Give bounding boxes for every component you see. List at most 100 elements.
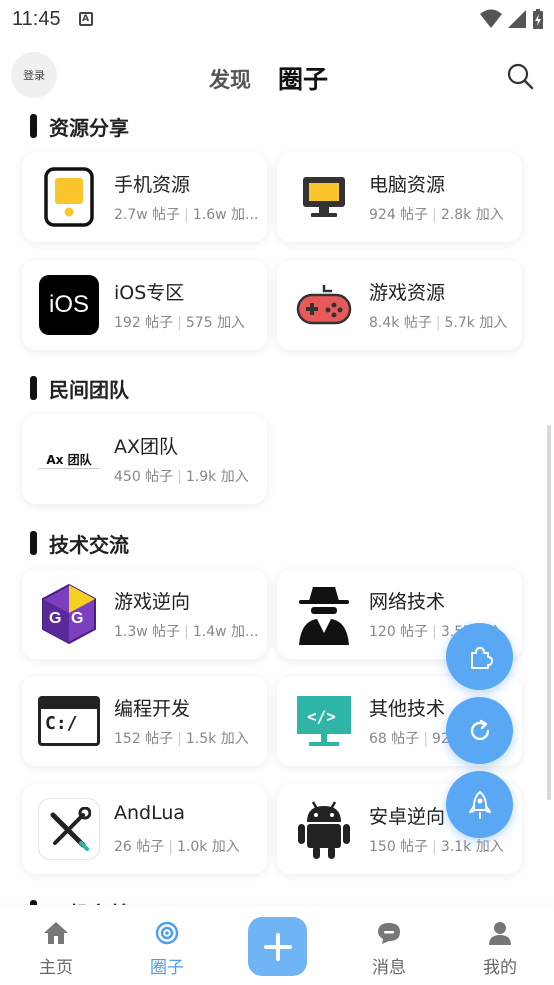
nav-label: 圈子 [150, 958, 184, 978]
user-icon [489, 922, 511, 945]
code-monitor-icon: </> [293, 690, 355, 752]
card-ios-zone[interactable]: iOS iOS专区 192 帖子 | 575 加入 [22, 260, 267, 350]
card-name: 游戏资源 [369, 282, 446, 304]
post-count: 26 帖子 [114, 839, 165, 855]
post-count: 68 帖子 [369, 731, 420, 747]
card-phone-resources[interactable]: 手机资源 2.7w 帖子 | 1.6w 加... [22, 152, 267, 242]
card-stats: 8.4k 帖子 | 5.7k 加入 [369, 315, 508, 331]
wifi-icon [480, 9, 502, 28]
post-count: 1.3w 帖子 [114, 624, 181, 640]
post-count: 192 帖子 [114, 315, 174, 331]
rocket-fab-button[interactable] [446, 771, 513, 838]
card-name: 电脑资源 [369, 174, 446, 196]
plugin-fab-button[interactable] [446, 623, 513, 690]
top-header: 登录 发现 圈子 [0, 50, 554, 106]
phone-icon [38, 166, 100, 228]
tab-discover[interactable]: 发现 [209, 64, 251, 94]
card-name: AX团队 [114, 436, 179, 458]
card-name: 安卓逆向 [369, 806, 446, 828]
card-programming[interactable]: C:/ 编程开发 152 帖子 | 1.5k 加入 [22, 676, 267, 766]
plus-icon [263, 932, 292, 961]
svg-text:G: G [71, 610, 83, 627]
card-pc-resources[interactable]: 电脑资源 924 帖子 | 2.8k 加入 [277, 152, 522, 242]
join-count: 1.4w 加... [192, 624, 259, 640]
battery-icon [533, 9, 543, 29]
terminal-text: C:/ [45, 713, 78, 734]
card-stats: 1.3w 帖子 | 1.4w 加... [114, 624, 259, 640]
terminal-icon: C:/ [38, 690, 100, 752]
search-icon[interactable] [506, 62, 534, 90]
notification-icon: A [78, 12, 93, 26]
status-bar: 11:45 A [0, 0, 554, 38]
nav-label: 消息 [372, 958, 406, 978]
card-name: 其他技术 [369, 698, 446, 720]
card-name: 网络技术 [369, 591, 446, 613]
message-icon [378, 923, 400, 944]
puzzle-icon [470, 646, 493, 669]
card-stats: 26 帖子 | 1.0k 加入 [114, 839, 240, 855]
post-count: 2.7w 帖子 [114, 207, 181, 223]
scrollbar[interactable] [547, 425, 551, 800]
section-bar [30, 531, 37, 555]
status-icons [480, 8, 544, 30]
post-count: 8.4k 帖子 [369, 315, 432, 331]
refresh-fab-button[interactable] [446, 697, 513, 764]
join-count: 575 加入 [185, 315, 246, 331]
card-name: 游戏逆向 [114, 591, 191, 613]
card-name: iOS专区 [114, 282, 185, 304]
card-stats: 192 帖子 | 575 加入 [114, 315, 246, 331]
nav-label: 我的 [483, 958, 517, 978]
svg-text:</>: </> [307, 707, 336, 726]
home-icon [44, 922, 68, 944]
ax-team-logo-icon: Ax 团队 [38, 428, 100, 490]
post-count: 152 帖子 [114, 731, 174, 747]
hacker-icon [293, 583, 355, 645]
nav-messages[interactable]: 消息 [349, 921, 429, 978]
card-name: 手机资源 [114, 174, 191, 196]
section-bar [30, 114, 37, 138]
status-time: 11:45 [12, 7, 61, 30]
card-stats: 152 帖子 | 1.5k 加入 [114, 731, 249, 747]
section-title-resources: 资源分享 [30, 111, 129, 141]
join-count: 1.6w 加... [192, 207, 259, 223]
bottom-nav: 主页 圈子 消息 我的 [0, 905, 554, 985]
ax-logo-text: Ax 团队 [46, 453, 92, 467]
card-game-resources[interactable]: 游戏资源 8.4k 帖子 | 5.7k 加入 [277, 260, 522, 350]
join-count: 5.7k 加入 [444, 315, 508, 331]
game-guardian-icon: GG [38, 583, 100, 645]
post-count: 120 帖子 [369, 624, 429, 640]
card-stats: 150 帖子 | 3.1k 加入 [369, 839, 504, 855]
section-label: 技术交流 [49, 532, 129, 557]
post-count: 924 帖子 [369, 207, 429, 223]
card-stats: 924 帖子 | 2.8k 加入 [369, 207, 504, 223]
post-count: 450 帖子 [114, 469, 174, 485]
tools-icon [38, 798, 100, 860]
ios-icon: iOS [38, 274, 100, 336]
login-button[interactable]: 登录 [11, 52, 57, 98]
monitor-icon [293, 166, 355, 228]
card-stats: 450 帖子 | 1.9k 加入 [114, 469, 249, 485]
join-count: 3.1k 加入 [440, 839, 504, 855]
rocket-icon [468, 790, 491, 819]
card-game-reverse[interactable]: GG 游戏逆向 1.3w 帖子 | 1.4w 加... [22, 569, 267, 659]
nav-circle[interactable]: 圈子 [127, 921, 207, 978]
add-post-button[interactable] [248, 917, 307, 976]
card-name: AndLua [114, 802, 186, 824]
signal-icon [508, 10, 526, 28]
section-title-tech: 技术交流 [30, 528, 129, 558]
card-andlua[interactable]: AndLua 26 帖子 | 1.0k 加入 [22, 784, 267, 874]
refresh-icon [470, 719, 489, 740]
post-count: 150 帖子 [369, 839, 429, 855]
section-label: 资源分享 [49, 115, 129, 140]
join-count: 1.0k 加入 [176, 839, 240, 855]
card-ax-team[interactable]: Ax 团队 AX团队 450 帖子 | 1.9k 加入 [22, 414, 267, 504]
tab-circle[interactable]: 圈子 [278, 60, 328, 96]
ios-logo-text: iOS [48, 291, 89, 318]
card-name: 编程开发 [114, 698, 191, 720]
nav-profile[interactable]: 我的 [460, 921, 540, 978]
section-label: 民间团队 [49, 377, 129, 402]
nav-home[interactable]: 主页 [16, 921, 96, 978]
svg-text:G: G [49, 610, 61, 627]
card-stats: 2.7w 帖子 | 1.6w 加... [114, 207, 259, 223]
section-title-teams: 民间团队 [30, 373, 129, 403]
